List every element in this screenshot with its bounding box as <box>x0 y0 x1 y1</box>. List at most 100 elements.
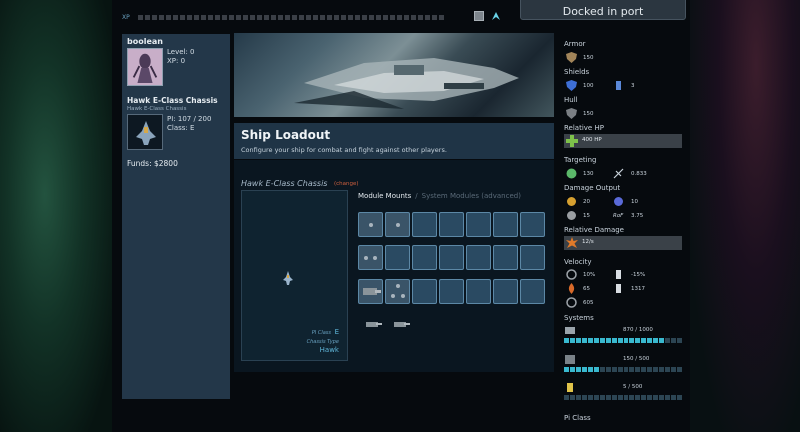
module-slot[interactable] <box>358 212 383 237</box>
change-chassis-link[interactable]: (change) <box>334 181 359 187</box>
docked-status-button[interactable]: Docked in port <box>520 0 686 20</box>
module-slot[interactable] <box>439 245 464 270</box>
module-slot[interactable] <box>466 279 491 304</box>
system-3-value: 5 / 500 <box>623 384 643 390</box>
shield-icon <box>566 80 577 91</box>
pi-class-stat-label: Pi Class <box>564 414 591 422</box>
system-bar-segment <box>665 367 671 372</box>
xp-segment <box>411 14 416 20</box>
xp-segment <box>222 14 227 20</box>
module-tabs: Module Mounts / System Modules (advanced) <box>358 192 521 200</box>
system-bar-segment <box>677 338 683 343</box>
module-slot[interactable] <box>385 279 410 304</box>
xp-segment <box>138 14 143 20</box>
system-bar-segment <box>599 338 605 343</box>
system-bar-segment <box>587 338 593 343</box>
system-bar-segment <box>605 395 611 400</box>
system-bar-segment <box>635 338 641 343</box>
pilot-name: boolean <box>127 37 163 46</box>
relative-hp-bar: 400 HP <box>564 134 682 148</box>
tab-separator: / <box>415 192 418 200</box>
chassis-type-value: Hawk <box>319 346 339 354</box>
system-bar-segment <box>629 395 635 400</box>
module-slot[interactable] <box>493 245 518 270</box>
module-slot[interactable] <box>385 245 410 270</box>
module-slot[interactable] <box>412 279 437 304</box>
system-bar-segment <box>647 338 653 343</box>
module-slot[interactable] <box>439 279 464 304</box>
system-power-icon <box>565 355 575 364</box>
system-bar-segment <box>593 367 599 372</box>
xp-segment <box>278 14 283 20</box>
xp-segment <box>236 14 241 20</box>
cannon-module-icon[interactable] <box>364 318 384 330</box>
pilot-panel: boolean Level: 0 XP: 0 Hawk E-Class Chas… <box>122 34 230 399</box>
xp-segment <box>257 14 262 20</box>
xp-menu-button[interactable] <box>474 11 484 21</box>
module-slot[interactable] <box>385 212 410 237</box>
xp-segment <box>180 14 185 20</box>
tab-system-modules[interactable]: System Modules (advanced) <box>422 192 521 200</box>
system-bar-segment <box>659 395 665 400</box>
fire-icon <box>568 283 575 294</box>
tab-module-mounts[interactable]: Module Mounts <box>358 192 411 200</box>
xp-segment <box>264 14 269 20</box>
system-cpu-icon <box>565 327 575 334</box>
module-row-2 <box>358 245 545 270</box>
velocity-value-a: 10% <box>583 272 596 278</box>
xp-segment <box>362 14 367 20</box>
module-slot[interactable] <box>412 212 437 237</box>
shields-value: 100 <box>583 83 594 89</box>
xp-segment <box>418 14 423 20</box>
module-slot[interactable] <box>439 212 464 237</box>
module-slot[interactable] <box>412 245 437 270</box>
chassis-title: Hawk E-Class Chassis <box>127 96 218 105</box>
chassis-name: Hawk E-Class Chassis <box>241 179 328 188</box>
xp-segment <box>341 14 346 20</box>
pilot-xp: XP: 0 <box>167 57 186 65</box>
xp-bar: XP <box>122 10 502 24</box>
module-slot[interactable] <box>358 245 383 270</box>
xp-segment <box>425 14 430 20</box>
xp-segment <box>243 14 248 20</box>
system-bar-segment <box>599 367 605 372</box>
system-bar-segment <box>605 367 611 372</box>
xp-segment <box>194 14 199 20</box>
chassis-thumbnail[interactable] <box>127 114 163 150</box>
damage-value-a: 20 <box>583 199 590 205</box>
module-slot[interactable] <box>466 212 491 237</box>
pilot-level: Level: 0 <box>167 48 195 56</box>
avatar[interactable] <box>127 48 163 86</box>
ship-icon[interactable] <box>490 10 502 22</box>
velocity-value-e: 605 <box>583 300 594 306</box>
rof-value: 3.75 <box>631 213 644 219</box>
damage-output-label: Damage Output <box>564 184 621 192</box>
cannon-module-icon[interactable] <box>392 318 412 330</box>
loadout-header: Ship Loadout Configure your ship for com… <box>234 123 554 159</box>
module-slot[interactable] <box>520 245 545 270</box>
system-1-bar <box>564 338 683 343</box>
system-bar-segment <box>629 338 635 343</box>
module-slot[interactable] <box>493 279 518 304</box>
relative-hp-value: 400 HP <box>582 137 602 143</box>
system-bar-segment <box>611 395 617 400</box>
damage-value-c: 15 <box>583 213 590 219</box>
module-slot[interactable] <box>493 212 518 237</box>
xp-segment <box>369 14 374 20</box>
chassis-pi: PI: 107 / 200 <box>167 115 212 123</box>
system-bar-segment <box>641 395 647 400</box>
system-bar-segment <box>593 338 599 343</box>
system-bar-segment <box>564 395 569 400</box>
hull-icon <box>566 108 577 119</box>
system-bar-segment <box>564 367 569 372</box>
system-bar-segment <box>641 367 647 372</box>
pi-class-label: PI Class <box>311 330 331 336</box>
xp-segment <box>292 14 297 20</box>
module-slot[interactable] <box>466 245 491 270</box>
system-bar-segment <box>581 338 587 343</box>
xp-segment <box>404 14 409 20</box>
engine-icon <box>616 284 621 293</box>
module-slot[interactable] <box>520 279 545 304</box>
module-slot[interactable] <box>520 212 545 237</box>
module-slot-weapon[interactable] <box>358 279 383 304</box>
